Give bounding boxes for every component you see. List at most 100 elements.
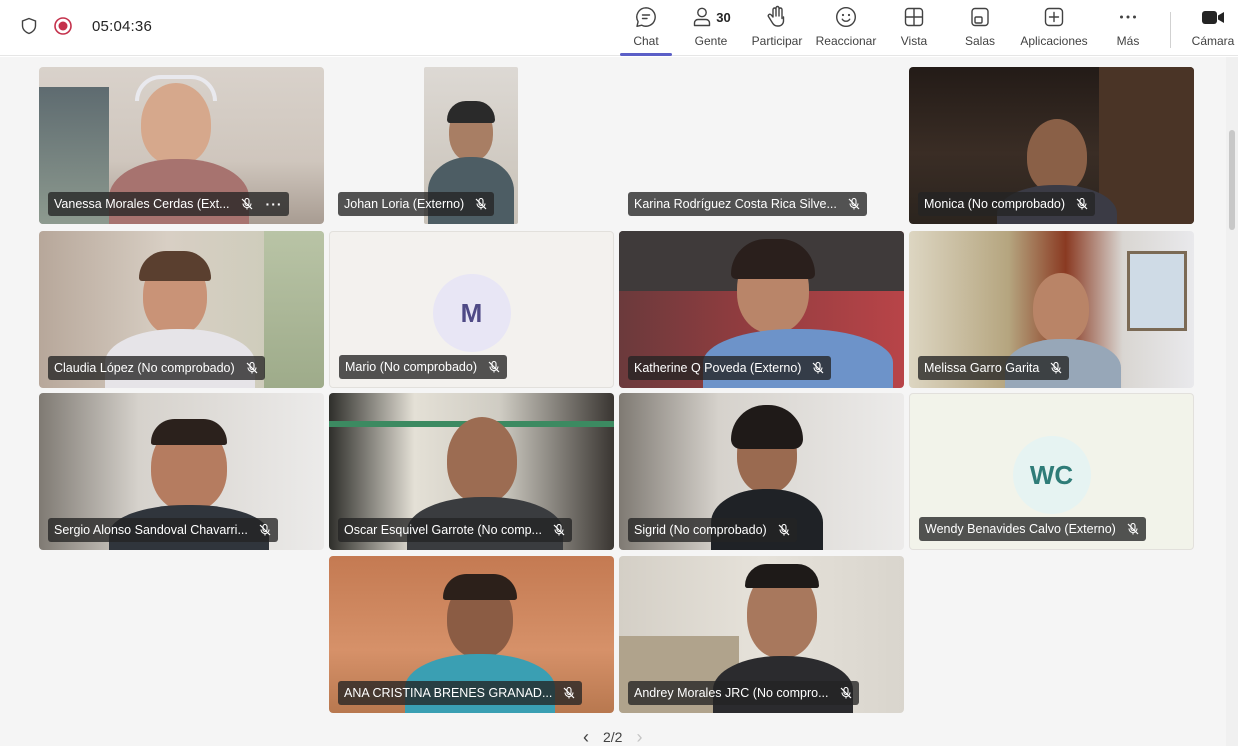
participant-tile-melissa[interactable]: Melissa Garro Garita: [909, 231, 1194, 388]
meeting-status: 05:04:36: [20, 14, 152, 38]
rooms-label: Salas: [964, 34, 996, 48]
mic-off-icon: [778, 523, 790, 536]
view-button[interactable]: Vista: [896, 4, 932, 56]
people-label: Gente: [694, 34, 728, 48]
rooms-button[interactable]: Salas: [962, 4, 998, 56]
participant-tile-katherine[interactable]: Katherine Q Poveda (Externo): [619, 231, 904, 388]
participant-avatar: WC: [1012, 436, 1091, 514]
video-background: [1099, 67, 1194, 224]
participant-tile-ana[interactable]: ANA CRISTINA BRENES GRANAD...: [329, 556, 614, 713]
mic-off-icon: [488, 360, 500, 373]
react-button[interactable]: Reaccionar: [814, 4, 878, 56]
mic-off-icon: [813, 361, 824, 374]
participant-tile-vanessa[interactable]: Vanessa Morales Cerdas (Ext... ···: [39, 67, 324, 224]
raise-hand-label: Participar: [751, 34, 803, 48]
mic-off-icon: [241, 197, 252, 210]
scrollbar-thumb[interactable]: [1229, 130, 1235, 230]
gallery-pagination: ‹ 2/2 ›: [577, 727, 648, 746]
chat-label: Chat: [633, 34, 659, 48]
participant-nametag: Monica (No comprobado): [918, 192, 1096, 216]
participant-tile-sigrid[interactable]: Sigrid (No comprobado): [619, 393, 904, 550]
participant-nametag: Oscar Esquivel Garrote (No comp...: [338, 518, 572, 542]
beanie: [447, 101, 495, 123]
participant-name: Sigrid (No comprobado): [634, 523, 767, 537]
apps-button[interactable]: Aplicaciones: [1016, 4, 1092, 56]
participant-nametag: Claudia López (No comprobado): [48, 356, 265, 380]
hair: [139, 251, 211, 281]
react-label: Reaccionar: [815, 34, 877, 48]
participant-name: Karina Rodríguez Costa Rica Silve...: [634, 197, 837, 211]
participant-nametag: Wendy Benavides Calvo (Externo): [919, 517, 1146, 541]
mic-off-icon: [553, 523, 565, 536]
plus-box-icon: [1044, 7, 1064, 27]
people-button[interactable]: 30 Gente: [688, 4, 734, 56]
raise-hand-button[interactable]: Participar: [748, 4, 806, 56]
participant-name: Oscar Esquivel Garrote (No comp...: [344, 523, 542, 537]
video-person: [1033, 273, 1089, 343]
headphones: [135, 75, 217, 101]
participant-nametag: Sigrid (No comprobado): [628, 518, 797, 542]
participant-tile-monica[interactable]: Monica (No comprobado): [909, 67, 1194, 224]
participant-nametag: Melissa Garro Garita: [918, 356, 1070, 380]
hair: [443, 574, 517, 600]
participant-nametag: Vanessa Morales Cerdas (Ext... ···: [48, 192, 289, 216]
more-label: Más: [1116, 34, 1140, 48]
participant-name: Vanessa Morales Cerdas (Ext...: [54, 197, 230, 211]
rooms-icon: [971, 7, 989, 27]
mic-off-icon: [1050, 361, 1062, 374]
participant-tile-sergio[interactable]: Sergio Alonso Sandoval Chavarri...: [39, 393, 324, 550]
hair: [151, 419, 227, 445]
mic-off-icon: [246, 361, 258, 374]
camera-icon: [1202, 11, 1224, 24]
video-background: [264, 231, 324, 388]
meeting-toolbar: 05:04:36 Chat 30 Gente Participar Reacci…: [0, 0, 1238, 56]
wall-map: [1127, 251, 1187, 331]
tile-more-options[interactable]: ···: [266, 197, 283, 211]
mic-off-icon: [1076, 197, 1088, 210]
view-label: Vista: [900, 34, 928, 48]
participant-nametag: Mario (No comprobado): [339, 355, 507, 379]
participant-tile-wendy[interactable]: WC Wendy Benavides Calvo (Externo): [909, 393, 1194, 550]
participant-name: Melissa Garro Garita: [924, 361, 1040, 375]
mic-off-icon: [259, 523, 271, 536]
shield-icon[interactable]: [20, 17, 38, 35]
participant-nametag: ANA CRISTINA BRENES GRANAD...: [338, 681, 583, 705]
chat-button[interactable]: Chat: [620, 4, 672, 56]
participant-tile-karina[interactable]: Karina Rodríguez Costa Rica Silve...: [619, 67, 904, 224]
video-person: [1027, 119, 1087, 193]
participant-avatar: M: [432, 274, 511, 352]
participant-name: Claudia López (No comprobado): [54, 361, 235, 375]
people-count: 30: [716, 9, 731, 25]
participant-name: ANA CRISTINA BRENES GRANAD...: [344, 686, 553, 700]
participant-name: Mario (No comprobado): [345, 360, 477, 374]
participant-nametag: Sergio Alonso Sandoval Chavarri...: [48, 518, 278, 542]
page-indicator: 2/2: [603, 729, 623, 745]
mic-off-icon: [840, 686, 851, 699]
hair: [731, 405, 803, 449]
participant-tile-oscar[interactable]: Oscar Esquivel Garrote (No comp...: [329, 393, 614, 550]
chevron-left-icon[interactable]: ‹: [577, 728, 595, 746]
participant-tile-mario[interactable]: M Mario (No comprobado): [329, 231, 614, 388]
participant-nametag: Johan Loria (Externo): [338, 192, 495, 216]
chevron-right-icon[interactable]: ›: [630, 728, 648, 746]
participant-nametag: Andrey Morales JRC (No compro...: [628, 681, 859, 705]
video-person: [447, 417, 517, 503]
participant-tile-andrey[interactable]: Andrey Morales JRC (No compro...: [619, 556, 904, 713]
participant-name: Monica (No comprobado): [924, 197, 1066, 211]
participant-tile-claudia[interactable]: Claudia López (No comprobado): [39, 231, 324, 388]
chat-icon: [636, 7, 656, 27]
participant-tile-johan[interactable]: Johan Loria (Externo): [329, 67, 614, 224]
participant-name: Sergio Alonso Sandoval Chavarri...: [54, 523, 248, 537]
participant-name: Wendy Benavides Calvo (Externo): [925, 522, 1116, 536]
camera-button[interactable]: Cámara: [1190, 4, 1236, 56]
raise-hand-icon: [767, 5, 785, 27]
participant-nametag: Karina Rodríguez Costa Rica Silve...: [628, 192, 867, 216]
participant-name: Andrey Morales JRC (No compro...: [634, 686, 829, 700]
mic-off-icon: [848, 197, 860, 210]
smile-icon: [835, 6, 857, 28]
more-button[interactable]: Más: [1112, 4, 1144, 56]
mic-off-icon: [475, 197, 487, 210]
mic-off-icon: [563, 686, 575, 699]
more-icon: [1120, 15, 1136, 19]
toolbar-divider: [1170, 12, 1171, 48]
